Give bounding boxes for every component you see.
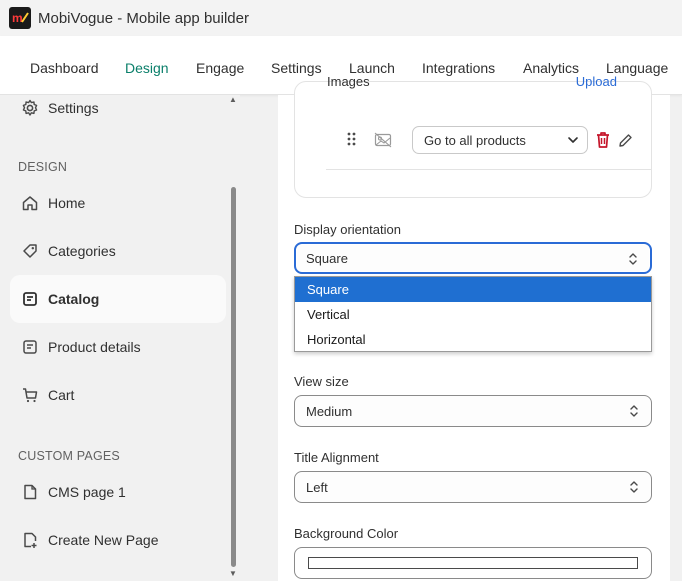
- display-orientation-select[interactable]: Square: [294, 242, 652, 274]
- tab-settings[interactable]: Settings: [271, 60, 322, 76]
- link-target-value: Go to all products: [424, 132, 526, 148]
- home-icon: [20, 193, 40, 213]
- sidebar-item-product-details[interactable]: Product details: [10, 323, 226, 371]
- window-titlebar: m MobiVogue - Mobile app builder: [0, 0, 682, 36]
- drag-handle-icon[interactable]: [347, 132, 357, 146]
- title-alignment-value: Left: [306, 479, 328, 495]
- sidebar-item-create-new-page[interactable]: Create New Page: [10, 516, 226, 564]
- display-orientation-label: Display orientation: [294, 222, 401, 237]
- select-arrows-icon: [629, 404, 639, 421]
- sidebar-item-label: Product details: [48, 339, 141, 355]
- tab-analytics[interactable]: Analytics: [523, 60, 579, 76]
- page-icon: [20, 482, 40, 502]
- sidebar-item-categories[interactable]: Categories: [10, 227, 226, 275]
- chevron-down-icon: [567, 134, 579, 149]
- delete-icon[interactable]: [595, 131, 611, 154]
- scroll-down-arrow[interactable]: ▼: [229, 570, 237, 578]
- select-arrows-icon: [629, 480, 639, 497]
- sidebar-scrollbar-thumb[interactable]: [231, 187, 236, 567]
- sidebar-item-label: CMS page 1: [48, 484, 126, 500]
- tab-dashboard[interactable]: Dashboard: [30, 60, 99, 76]
- app-logo: m: [9, 7, 31, 29]
- section-heading-custom-pages: CUSTOM PAGES: [18, 449, 120, 463]
- image-placeholder-icon: [374, 132, 392, 148]
- product-details-icon: [20, 337, 40, 357]
- tab-engage[interactable]: Engage: [196, 60, 244, 76]
- tag-icon: [20, 241, 40, 261]
- upload-link[interactable]: Upload: [576, 74, 617, 89]
- color-swatch[interactable]: [308, 557, 638, 569]
- option-horizontal[interactable]: Horizontal: [295, 327, 651, 352]
- tab-integrations[interactable]: Integrations: [422, 60, 495, 76]
- catalog-icon: [20, 289, 40, 309]
- gear-icon: [20, 98, 40, 118]
- cart-icon: [20, 385, 40, 405]
- sidebar: Settings DESIGN Home Categories Catalog …: [0, 95, 240, 581]
- svg-text:m: m: [12, 11, 23, 25]
- divider: [326, 169, 652, 170]
- window-title: MobiVogue - Mobile app builder: [38, 9, 249, 27]
- sidebar-item-label: Categories: [48, 243, 116, 259]
- images-label: Images: [327, 74, 370, 89]
- section-heading-design: DESIGN: [18, 160, 68, 174]
- new-page-icon: [20, 530, 40, 550]
- sidebar-item-label: Catalog: [48, 291, 100, 307]
- option-square[interactable]: Square: [295, 277, 651, 302]
- images-card: Images Upload Go to all products: [294, 74, 652, 198]
- sidebar-item-label: Home: [48, 195, 86, 211]
- tab-design[interactable]: Design: [125, 60, 169, 76]
- sidebar-item-label: Settings: [48, 100, 99, 116]
- sidebar-item-home[interactable]: Home: [10, 179, 226, 227]
- sidebar-item-settings[interactable]: Settings: [10, 84, 226, 132]
- display-orientation-value: Square: [306, 250, 348, 266]
- display-orientation-options: Square Vertical Horizontal: [294, 276, 652, 352]
- sidebar-item-cms-page-1[interactable]: CMS page 1: [10, 468, 226, 516]
- sidebar-item-cart[interactable]: Cart: [10, 371, 226, 419]
- background-color-label: Background Color: [294, 526, 399, 541]
- view-size-value: Medium: [306, 403, 353, 419]
- edit-pencil-icon[interactable]: [617, 131, 633, 154]
- title-alignment-select[interactable]: Left: [294, 471, 652, 503]
- select-arrows-icon: [628, 252, 638, 269]
- view-size-select[interactable]: Medium: [294, 395, 652, 427]
- scroll-up-arrow[interactable]: ▲: [229, 96, 237, 104]
- title-alignment-label: Title Alignment: [294, 450, 379, 465]
- sidebar-item-label: Cart: [48, 387, 75, 403]
- link-target-select[interactable]: Go to all products: [412, 126, 588, 154]
- sidebar-item-catalog[interactable]: Catalog: [10, 275, 226, 323]
- sidebar-item-label: Create New Page: [48, 532, 159, 548]
- view-size-label: View size: [294, 374, 349, 389]
- background-color-input[interactable]: [294, 547, 652, 579]
- option-vertical[interactable]: Vertical: [295, 302, 651, 327]
